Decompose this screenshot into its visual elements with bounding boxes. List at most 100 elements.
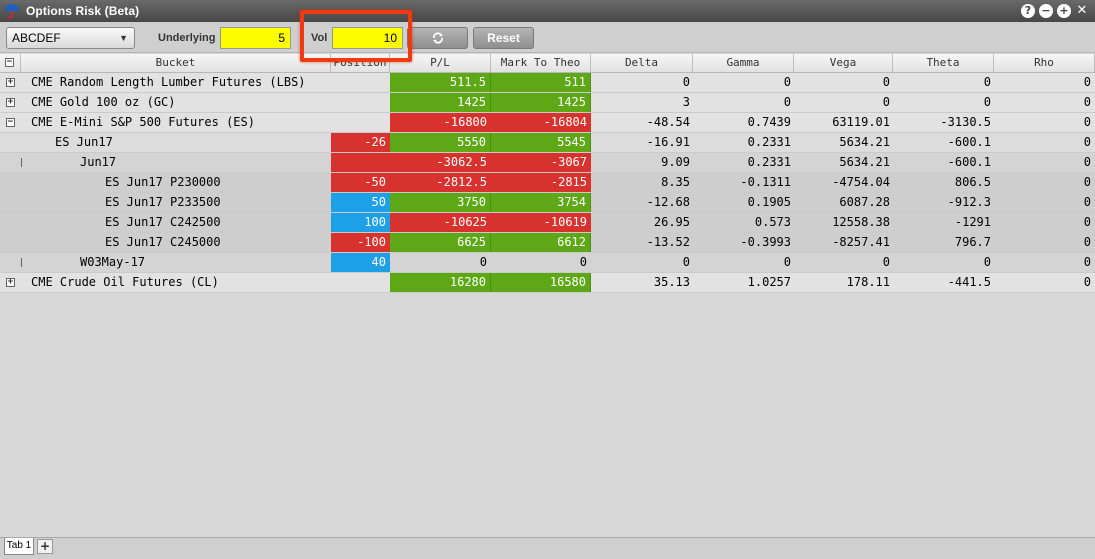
position-cell	[331, 153, 390, 172]
table-row[interactable]: ES Jun17 P230000 -50 -2812.5 -2815 8.35 …	[0, 173, 1095, 193]
rho-cell: 0	[1083, 195, 1091, 209]
table-row[interactable]: −ES Jun17 -26 5550 5545 -16.91 0.2331 56…	[0, 133, 1095, 153]
theta-cell: 796.7	[954, 235, 991, 249]
reset-button[interactable]: Reset	[473, 27, 534, 49]
delta-cell: -16.91	[646, 135, 690, 149]
symbol-select-value: ABCDEF	[12, 31, 61, 45]
delta-cell: 0	[682, 75, 690, 89]
bucket-name: CME Gold 100 oz (GC)	[31, 95, 176, 109]
tab-1[interactable]: Tab 1	[4, 538, 34, 555]
column-header-bucket[interactable]: Bucket	[21, 54, 331, 72]
risk-grid: − Bucket Position P/L Mark To Theo Delta…	[0, 54, 1095, 293]
position-cell: 100	[331, 213, 390, 232]
column-header-delta[interactable]: Delta	[591, 54, 693, 72]
delta-cell: 8.35	[661, 175, 690, 189]
vega-cell: 5634.21	[839, 135, 890, 149]
tab-bar: Tab 1 +	[0, 537, 1095, 559]
mark-to-theo-cell: 16580	[491, 273, 591, 292]
bucket-name: CME Random Length Lumber Futures (LBS)	[31, 75, 306, 89]
pl-cell: -2812.5	[390, 173, 491, 192]
position-cell	[331, 93, 390, 112]
bucket-name: ES Jun17 P230000	[105, 175, 221, 189]
theta-cell: -441.5	[947, 275, 991, 289]
bucket-name: CME Crude Oil Futures (CL)	[31, 275, 219, 289]
gamma-cell: 0.7439	[747, 115, 791, 129]
symbol-select[interactable]: ABCDEF ▼	[6, 27, 135, 49]
expand-icon[interactable]: +	[21, 258, 22, 267]
rho-cell: 0	[1083, 235, 1091, 249]
vega-cell: 5634.21	[839, 155, 890, 169]
gamma-cell: 0.1905	[747, 195, 791, 209]
expand-icon[interactable]: +	[6, 98, 15, 107]
vega-cell: 0	[882, 255, 890, 269]
bucket-name: CME E-Mini S&P 500 Futures (ES)	[31, 115, 255, 129]
maximize-icon[interactable]: +	[1057, 4, 1071, 18]
rho-cell: 0	[1083, 175, 1091, 189]
table-row[interactable]: ES Jun17 C245000 -100 6625 6612 -13.52 -…	[0, 233, 1095, 253]
table-row[interactable]: + CME Gold 100 oz (GC) 1425 1425 3 0 0 0…	[0, 93, 1095, 113]
pl-cell: 0	[479, 255, 487, 269]
collapse-all-button[interactable]: −	[0, 54, 21, 72]
rho-cell: 0	[1083, 75, 1091, 89]
expand-icon[interactable]: +	[6, 278, 15, 287]
expand-icon[interactable]: +	[6, 78, 15, 87]
table-row[interactable]: ES Jun17 P233500 50 3750 3754 -12.68 0.1…	[0, 193, 1095, 213]
help-icon[interactable]: ?	[1021, 4, 1035, 18]
pl-cell: -16800	[390, 113, 491, 132]
vega-cell: 12558.38	[832, 215, 890, 229]
mark-to-theo-cell: -2815	[491, 173, 591, 192]
delta-cell: -13.52	[646, 235, 690, 249]
table-row[interactable]: + CME Crude Oil Futures (CL) 16280 16580…	[0, 273, 1095, 293]
mark-to-theo-cell: 6612	[491, 233, 591, 252]
minimize-icon[interactable]: −	[1039, 4, 1053, 18]
vega-cell: 178.11	[846, 275, 890, 289]
bucket-name: ES Jun17 C245000	[105, 235, 221, 249]
table-row[interactable]: − Jun17 -3062.5 -3067 9.09 0.2331 5634.21…	[0, 153, 1095, 173]
table-row[interactable]: + CME Random Length Lumber Futures (LBS)…	[0, 73, 1095, 93]
add-tab-button[interactable]: +	[37, 539, 53, 554]
close-icon[interactable]: ✕	[1075, 4, 1089, 18]
delta-cell: -48.54	[646, 115, 690, 129]
position-cell: -26	[331, 133, 390, 152]
delta-cell: 3	[682, 95, 690, 109]
collapse-icon[interactable]: −	[6, 118, 15, 127]
chevron-down-icon: ▼	[119, 33, 128, 43]
umbrella-app-icon	[5, 4, 19, 19]
delta-cell: 0	[682, 255, 690, 269]
position-cell	[331, 113, 390, 132]
mark-to-theo-cell: 5545	[491, 133, 591, 152]
rho-cell: 0	[1083, 115, 1091, 129]
rho-cell: 0	[1083, 135, 1091, 149]
table-row[interactable]: + W03May-17 40 0 0 0 0 0 0 0	[0, 253, 1095, 273]
vega-cell: -8257.41	[832, 235, 890, 249]
grid-header: − Bucket Position P/L Mark To Theo Delta…	[0, 54, 1095, 73]
table-row[interactable]: − CME E-Mini S&P 500 Futures (ES) -16800…	[0, 113, 1095, 133]
underlying-input[interactable]: 5	[220, 27, 291, 49]
theta-cell: -1291	[954, 215, 991, 229]
toolbar: ABCDEF ▼ Underlying 5 Vol 10 Reset	[0, 22, 1095, 53]
title-bar: Options Risk (Beta) ? − + ✕	[0, 0, 1095, 22]
bucket-name: ES Jun17 C242500	[105, 215, 221, 229]
pl-cell: 5550	[390, 133, 491, 152]
pl-cell: -3062.5	[390, 153, 491, 172]
collapse-icon[interactable]: −	[21, 158, 22, 167]
column-header-rho[interactable]: Rho	[994, 54, 1095, 72]
bucket-cell: − Jun17	[21, 153, 331, 172]
rho-cell: 0	[1083, 275, 1091, 289]
column-header-gamma[interactable]: Gamma	[693, 54, 794, 72]
column-header-vega[interactable]: Vega	[794, 54, 893, 72]
gamma-cell: -0.3993	[740, 235, 791, 249]
column-header-theta[interactable]: Theta	[893, 54, 994, 72]
vega-cell: 0	[882, 95, 890, 109]
vega-cell: 6087.28	[839, 195, 890, 209]
refresh-button[interactable]	[407, 27, 468, 49]
column-header-mark-to-theo[interactable]: Mark To Theo	[491, 54, 591, 72]
position-cell: -100	[331, 233, 390, 252]
table-row[interactable]: ES Jun17 C242500 100 -10625 -10619 26.95…	[0, 213, 1095, 233]
delta-cell: 35.13	[653, 275, 690, 289]
vega-cell: 0	[882, 75, 890, 89]
gamma-cell: 0	[783, 75, 791, 89]
theta-cell: 806.5	[954, 175, 991, 189]
mark-to-theo-cell: -3067	[491, 153, 591, 172]
rho-cell: 0	[1083, 155, 1091, 169]
